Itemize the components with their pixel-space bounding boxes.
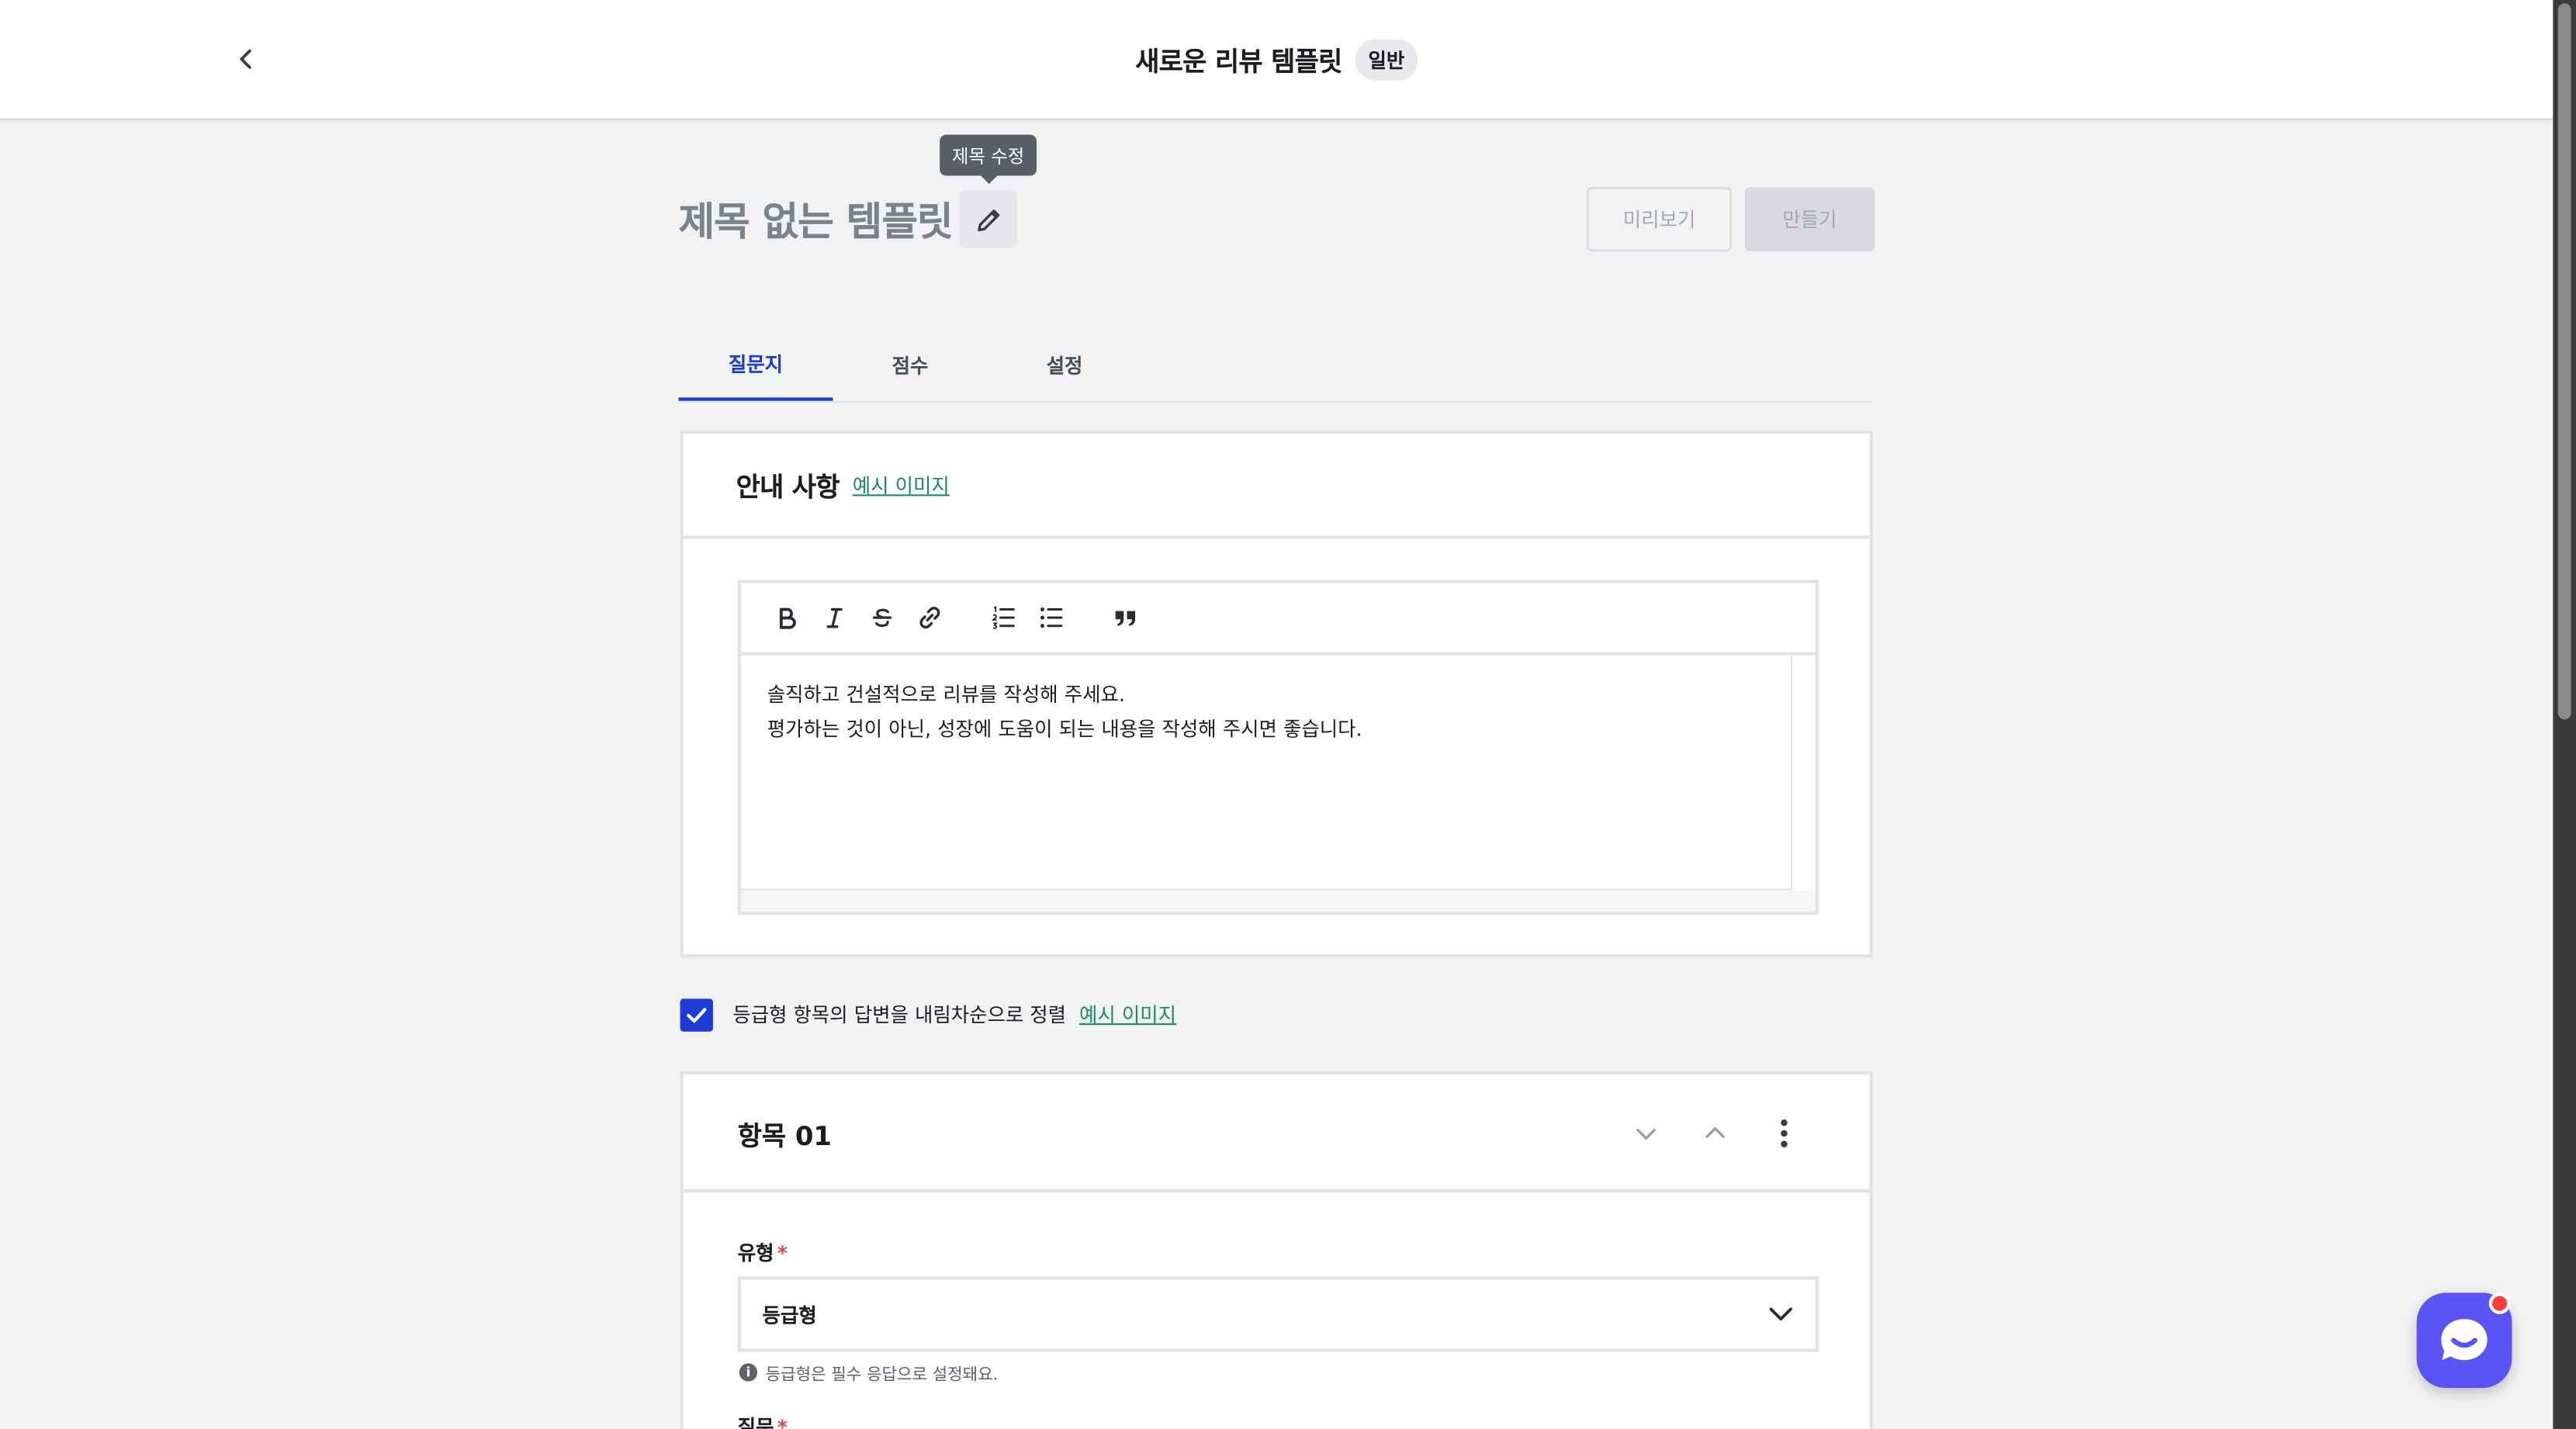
strikethrough-icon (872, 608, 892, 628)
chat-notification-dot (2488, 1292, 2511, 1314)
notice-example-link[interactable]: 예시 이미지 (853, 471, 950, 499)
editor-line: 평가하는 것이 아닌, 성장에 도움이 되는 내용을 작성해 주시면 좋습니다. (767, 718, 1362, 741)
page-scrollbar[interactable] (2553, 0, 2576, 1429)
type-hint-text: 등급형은 필수 응답으로 설정돼요. (765, 1366, 999, 1385)
item-title: 항목 01 (737, 1120, 832, 1152)
chevron-down-icon (1636, 1129, 1656, 1140)
ordered-list-icon (991, 606, 1015, 629)
strikethrough-button[interactable] (859, 594, 905, 640)
editor-content[interactable]: 솔직하고 건설적으로 리뷰를 작성해 주세요. 평가하는 것이 아닌, 성장에 … (740, 655, 1793, 891)
notice-title: 안내 사항 (736, 471, 840, 503)
italic-icon (826, 607, 843, 628)
question-item-card: 항목 01 유형 * 등급형 i 등급형은 필수 응답으로 설정돼요. 질문 * (680, 1071, 1873, 1429)
tab-settings[interactable]: 설정 (988, 328, 1142, 400)
tab-score[interactable]: 점수 (833, 328, 987, 400)
quote-button[interactable] (1103, 594, 1148, 640)
page-title: 새로운 리뷰 템플릿 (1135, 46, 1342, 78)
item-header: 항목 01 (683, 1074, 1870, 1193)
top-bar: 새로운 리뷰 템플릿 일반 (0, 0, 2553, 120)
create-button[interactable]: 만들기 (1744, 187, 1875, 251)
move-down-button[interactable] (1626, 1114, 1666, 1154)
more-vertical-icon (1781, 1119, 1788, 1147)
chevron-down-icon (1769, 1307, 1792, 1321)
editor-toolbar (740, 583, 1816, 656)
more-options-button[interactable] (1764, 1114, 1804, 1154)
tab-bar: 질문지 점수 설정 (678, 328, 1873, 403)
bold-button[interactable] (764, 594, 810, 640)
edit-title-button[interactable] (959, 190, 1017, 248)
notice-header: 안내 사항 예시 이미지 (683, 434, 1870, 539)
sort-option-label: 등급형 항목의 답변을 내림차순으로 정렬 (732, 1003, 1067, 1027)
type-select[interactable]: 등급형 (737, 1276, 1819, 1352)
chat-icon (2441, 1319, 2488, 1361)
notice-card: 안내 사항 예시 이미지 솔직하고 건설적으로 리뷰를 작성해 주세요. 평가하… (680, 430, 1873, 958)
bullet-list-button[interactable] (1028, 594, 1074, 640)
checkmark-icon (687, 1007, 707, 1022)
template-type-badge: 일반 (1355, 38, 1418, 80)
chevron-up-icon (1705, 1126, 1725, 1138)
required-asterisk: * (777, 1416, 788, 1429)
editor-horizontal-scrollbar[interactable] (740, 890, 1816, 912)
required-asterisk: * (777, 1241, 788, 1265)
link-icon (919, 607, 940, 629)
template-title[interactable]: 제목 없는 템플릿 (678, 189, 953, 246)
bullet-list-icon (1040, 607, 1063, 628)
edit-title-tooltip: 제목 수정 (940, 134, 1037, 185)
quote-icon (1115, 611, 1136, 626)
type-label-text: 유형 (737, 1241, 774, 1265)
question-label-text: 질문 (737, 1416, 774, 1429)
type-hint: i 등급형은 필수 응답으로 설정돼요. (739, 1360, 999, 1385)
tab-questionnaire[interactable]: 질문지 (678, 328, 833, 401)
info-icon: i (739, 1363, 758, 1382)
header: 새로운 리뷰 템플릿 일반 (0, 38, 2553, 81)
sort-option-row: 등급형 항목의 답변을 내림차순으로 정렬 예시 이미지 (680, 997, 1176, 1031)
bold-icon (779, 607, 796, 629)
sort-example-link[interactable]: 예시 이미지 (1079, 1000, 1176, 1028)
pencil-icon (977, 209, 999, 231)
scrollbar-thumb[interactable] (2557, 3, 2571, 720)
type-field-label: 유형 * (738, 1238, 788, 1266)
preview-button[interactable]: 미리보기 (1587, 187, 1732, 251)
editor-line: 솔직하고 건설적으로 리뷰를 작성해 주세요. (767, 683, 1125, 707)
move-up-button[interactable] (1695, 1114, 1735, 1154)
type-select-value: 등급형 (762, 1303, 817, 1327)
ordered-list-button[interactable] (981, 594, 1027, 640)
sort-descending-checkbox[interactable] (680, 998, 713, 1031)
link-button[interactable] (907, 594, 953, 640)
question-field-label: 질문 * (738, 1413, 788, 1429)
italic-button[interactable] (812, 594, 857, 640)
rich-text-editor: 솔직하고 건설적으로 리뷰를 작성해 주세요. 평가하는 것이 아닌, 성장에 … (737, 580, 1819, 915)
